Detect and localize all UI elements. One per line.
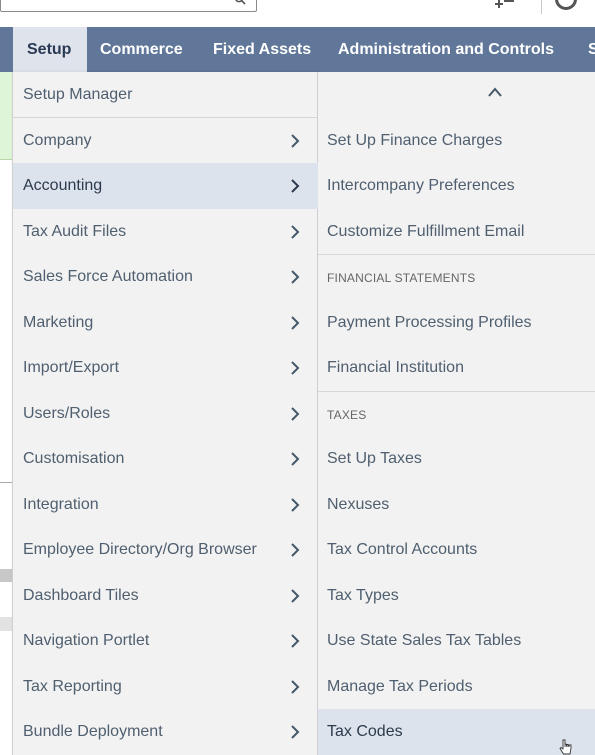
submenu-item-nexuses[interactable]: Nexuses xyxy=(318,482,595,528)
submenu-item-label: Payment Processing Profiles xyxy=(327,314,532,331)
submenu-item-intercompany-preferences[interactable]: Intercompany Preferences xyxy=(318,163,595,209)
app-window: Setup Commerce Fixed Assets Administrati… xyxy=(0,0,595,755)
menu-item-setup-manager[interactable]: Setup Manager xyxy=(13,72,318,118)
section-header-label: FINANCIAL STATEMENTS xyxy=(327,271,476,285)
menu-item-bundle-deployment[interactable]: Bundle Deployment xyxy=(13,709,318,755)
menu-item-tax-audit-files[interactable]: Tax Audit Files xyxy=(13,209,318,255)
chevron-right-icon xyxy=(291,498,300,512)
chevron-right-icon xyxy=(291,589,300,603)
chevron-right-icon xyxy=(291,725,300,739)
chevron-up-icon[interactable] xyxy=(488,86,502,98)
menu-item-marketing[interactable]: Marketing xyxy=(13,300,318,346)
menu-item-label: Tax Audit Files xyxy=(23,223,127,240)
submenu-item-tax-codes[interactable]: Tax Codes xyxy=(318,709,595,755)
nav-tab-commerce[interactable]: Commerce xyxy=(100,27,183,72)
chevron-right-icon xyxy=(291,407,300,421)
section-header-label: TAXES xyxy=(327,408,367,422)
submenu-item-financial-institution[interactable]: Financial Institution xyxy=(318,345,595,391)
menu-item-label: Employee Directory/Org Browser xyxy=(23,541,257,558)
menu-item-company[interactable]: Company xyxy=(13,118,318,164)
toolbar-divider xyxy=(541,0,542,14)
submenu-item-label: Tax Control Accounts xyxy=(327,541,478,558)
menu-item-label: Sales Force Automation xyxy=(23,268,193,285)
submenu-item-label: Set Up Taxes xyxy=(327,450,422,467)
submenu-item-label: Intercompany Preferences xyxy=(327,177,515,194)
chevron-right-icon xyxy=(291,179,300,193)
menu-item-label: Bundle Deployment xyxy=(23,723,163,740)
nav-tab-setup[interactable]: Setup xyxy=(13,27,87,72)
help-icon[interactable] xyxy=(555,0,577,10)
menu-item-label: Users/Roles xyxy=(23,405,111,422)
chevron-right-icon xyxy=(291,543,300,557)
menu-item-accounting[interactable]: Accounting xyxy=(13,163,318,209)
menu-item-label: Import/Export xyxy=(23,359,120,376)
menu-item-label: Company xyxy=(23,132,92,149)
submenu-item-label: Manage Tax Periods xyxy=(327,678,473,695)
menu-item-sales-force-automation[interactable]: Sales Force Automation xyxy=(13,254,318,300)
submenu-item-customize-fulfillment-email[interactable]: Customize Fulfillment Email xyxy=(318,209,595,255)
chevron-right-icon xyxy=(291,361,300,375)
nav-tab-administration-and-controls[interactable]: Administration and Controls xyxy=(338,27,554,72)
submenu-item-tax-types[interactable]: Tax Types xyxy=(318,573,595,619)
global-search-input[interactable] xyxy=(0,0,257,12)
menu-item-label: Customisation xyxy=(23,450,125,467)
submenu-item-manage-tax-periods[interactable]: Manage Tax Periods xyxy=(318,664,595,710)
setup-menu: Setup Manager Company Accounting Tax Aud… xyxy=(12,72,318,755)
menu-item-label: Integration xyxy=(23,496,99,513)
submenu-item-use-state-sales-tax-tables[interactable]: Use State Sales Tax Tables xyxy=(318,618,595,664)
chevron-right-icon xyxy=(291,680,300,694)
submenu-item-label: Tax Types xyxy=(327,587,399,604)
menu-item-customisation[interactable]: Customisation xyxy=(13,436,318,482)
menu-item-users-roles[interactable]: Users/Roles xyxy=(13,391,318,437)
add-icon[interactable] xyxy=(494,0,516,10)
submenu-item-label: Set Up Finance Charges xyxy=(327,132,503,149)
chevron-right-icon xyxy=(291,316,300,330)
search-icon[interactable] xyxy=(234,0,246,5)
menu-item-dashboard-tiles[interactable]: Dashboard Tiles xyxy=(13,573,318,619)
submenu-item-label: Use State Sales Tax Tables xyxy=(327,632,522,649)
submenu-item-label: Financial Institution xyxy=(327,359,464,376)
submenu-item-set-up-taxes[interactable]: Set Up Taxes xyxy=(318,436,595,482)
chevron-right-icon xyxy=(291,634,300,648)
menu-item-import-export[interactable]: Import/Export xyxy=(13,345,318,391)
accounting-submenu: Set Up Finance Charges Intercompany Pref… xyxy=(318,72,595,755)
menu-item-label: Tax Reporting xyxy=(23,678,122,695)
nav-tab-fixed-assets[interactable]: Fixed Assets xyxy=(213,27,311,72)
menu-item-label: Navigation Portlet xyxy=(23,632,150,649)
main-navbar: Setup Commerce Fixed Assets Administrati… xyxy=(0,27,595,72)
menu-item-label: Setup Manager xyxy=(23,86,133,103)
section-header-taxes: TAXES xyxy=(318,391,595,437)
top-bar xyxy=(0,0,595,27)
submenu-item-tax-control-accounts[interactable]: Tax Control Accounts xyxy=(318,527,595,573)
submenu-item-label: Tax Codes xyxy=(327,723,403,740)
submenu-item-payment-processing-profiles[interactable]: Payment Processing Profiles xyxy=(318,300,595,346)
menu-item-integration[interactable]: Integration xyxy=(13,482,318,528)
chevron-right-icon xyxy=(291,452,300,466)
chevron-right-icon xyxy=(291,270,300,284)
section-header-financial-statements: FINANCIAL STATEMENTS xyxy=(318,254,595,300)
chevron-right-icon xyxy=(291,134,300,148)
nav-tab-overflow[interactable]: S xyxy=(588,27,595,72)
hand-cursor-icon xyxy=(559,739,572,755)
menu-item-label: Accounting xyxy=(23,177,103,194)
menu-item-label: Dashboard Tiles xyxy=(23,587,139,604)
submenu-item-label: Nexuses xyxy=(327,496,390,513)
menu-item-navigation-portlet[interactable]: Navigation Portlet xyxy=(13,618,318,664)
menu-item-label: Marketing xyxy=(23,314,94,331)
menu-item-employee-directory[interactable]: Employee Directory/Org Browser xyxy=(13,527,318,573)
submenu-item-set-up-finance-charges[interactable]: Set Up Finance Charges xyxy=(318,118,595,164)
menu-item-tax-reporting[interactable]: Tax Reporting xyxy=(13,664,318,710)
submenu-item-label: Customize Fulfillment Email xyxy=(327,223,525,240)
chevron-right-icon xyxy=(291,225,300,239)
